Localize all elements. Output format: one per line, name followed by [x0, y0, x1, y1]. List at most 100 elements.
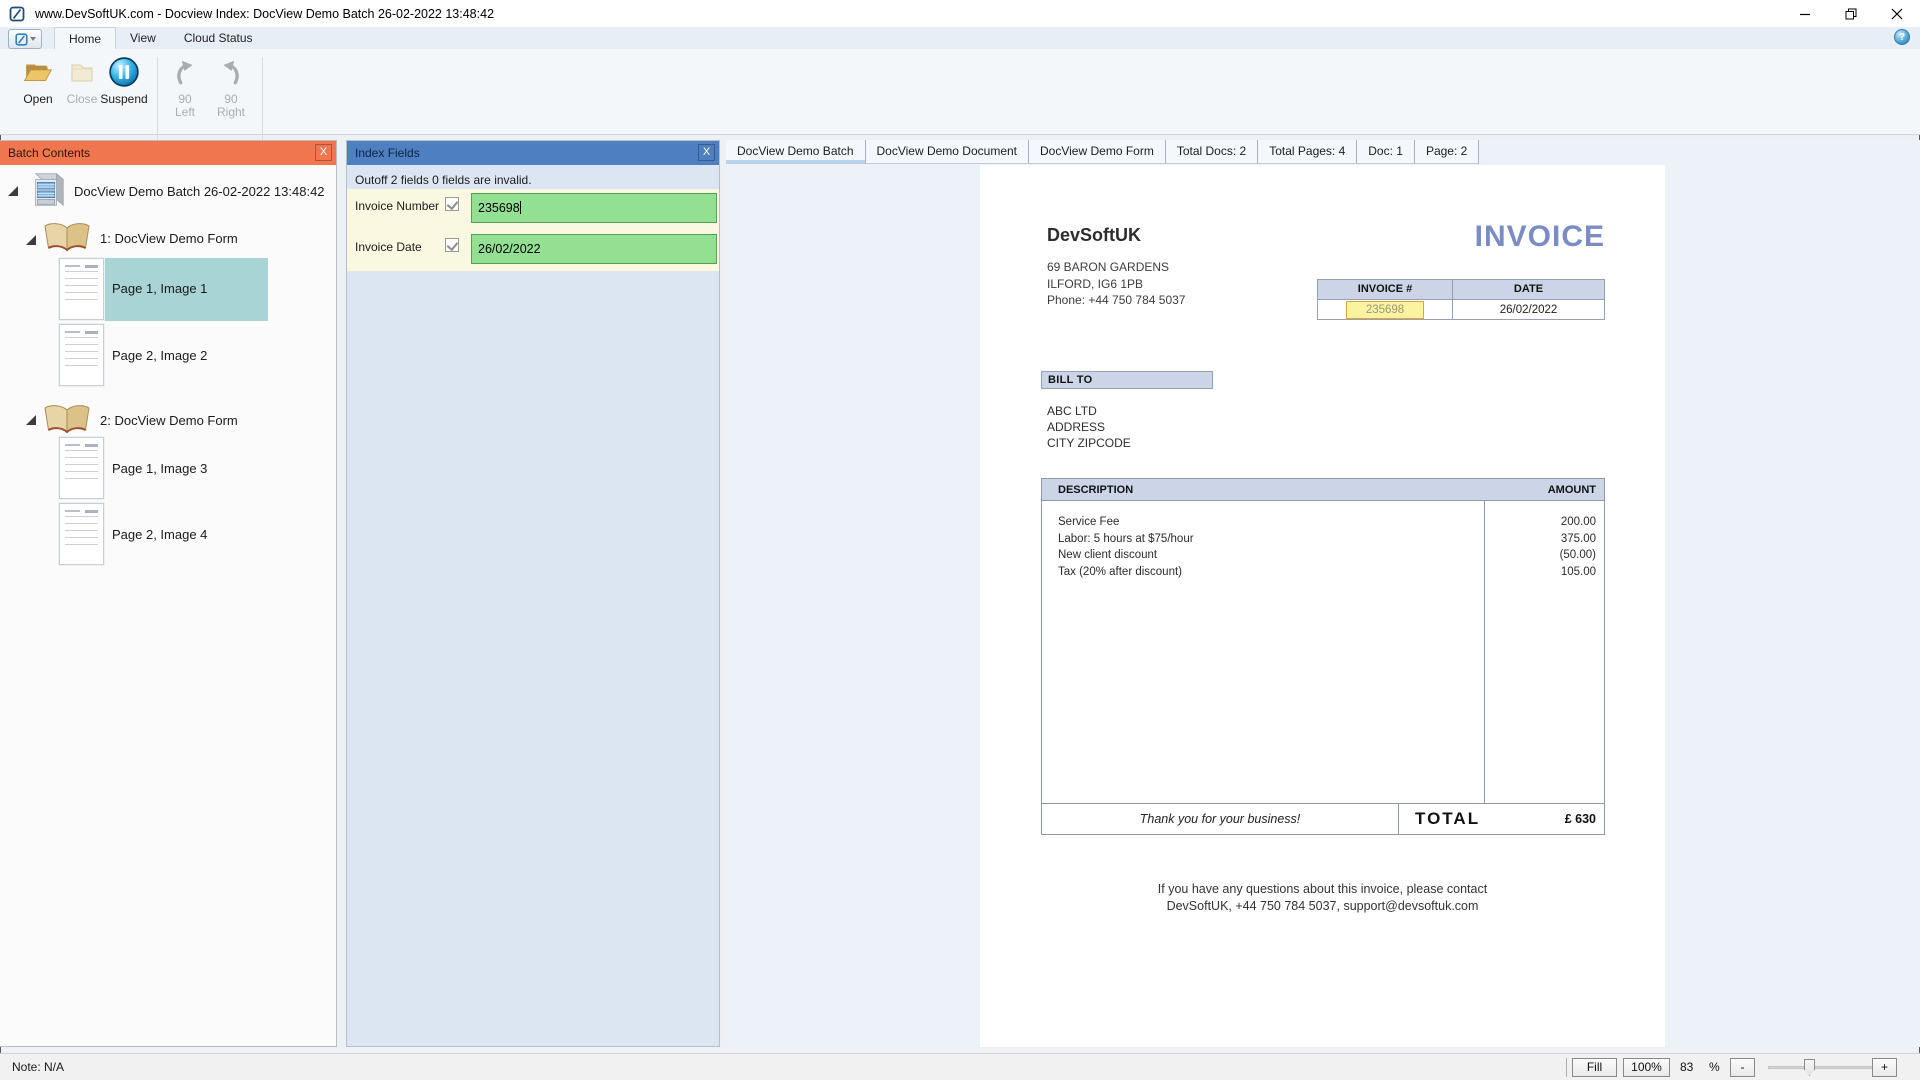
rotate-right-label: 90 Right — [214, 93, 248, 119]
note-text: Note: N/A — [12, 1060, 64, 1074]
suspend-button-label: Suspend — [98, 93, 150, 106]
tab-home[interactable]: Home — [54, 27, 116, 49]
tree-document-2[interactable]: 2: DocView Demo Form — [100, 413, 238, 428]
viewer-stat-total-docs: Total Docs: 2 — [1166, 140, 1258, 164]
bill-to-header: BILL TO — [1041, 371, 1213, 389]
zoom-slider-thumb[interactable] — [1804, 1059, 1815, 1076]
zoom-in-button[interactable]: + — [1872, 1058, 1897, 1077]
fill-button[interactable]: Fill — [1572, 1058, 1617, 1077]
batch-contents-panel: Batch Contents X DocView Demo Batch 26-0… — [0, 140, 337, 1047]
thanks-message: Thank you for your business! — [1042, 804, 1399, 834]
zoom-100-button[interactable]: 100% — [1623, 1058, 1670, 1077]
tree-expander-icon[interactable] — [26, 415, 36, 425]
minimize-button[interactable] — [1782, 0, 1828, 27]
status-bar: Note: N/A Fill 100% 83 % - + — [0, 1053, 1920, 1080]
invoice-page: DevSoftUK 69 BARON GARDENS ILFORD, IG6 1… — [980, 165, 1665, 1047]
rotate-left-icon — [162, 55, 208, 89]
tree-expander-icon[interactable] — [8, 186, 18, 196]
invoice-number-checkbox[interactable] — [445, 197, 459, 211]
help-icon[interactable]: ? — [1894, 29, 1910, 45]
invoice-number-highlight: 235698 — [1346, 301, 1424, 319]
invoice-number-input[interactable]: 235698 — [471, 193, 717, 223]
window-controls — [1782, 0, 1920, 27]
footer-line: If you have any questions about this inv… — [980, 881, 1665, 898]
rotate-left-label: 90 Left — [170, 93, 200, 119]
viewer-tab-form[interactable]: DocView Demo Form — [1029, 140, 1166, 164]
invoice-address: 69 BARON GARDENS ILFORD, IG6 1PB Phone: … — [1047, 259, 1185, 309]
invoice-number-label: Invoice Number — [355, 199, 439, 213]
suspend-batch-button[interactable]: Suspend — [98, 55, 150, 106]
index-fields-summary: Outoff 2 fields 0 fields are invalid. — [355, 173, 532, 187]
invoice-doc-title: INVOICE — [1475, 220, 1605, 254]
chevron-down-icon — [30, 37, 36, 41]
batch-panel-close-button[interactable]: X — [315, 144, 332, 161]
tree-page-2-2[interactable]: Page 2, Image 4 — [112, 527, 207, 542]
app-menu-button[interactable] — [8, 29, 42, 49]
invoice-number-value: 235698 — [478, 201, 520, 215]
tree-document-1[interactable]: 1: DocView Demo Form — [100, 231, 238, 246]
item-description: Service Fee — [1058, 514, 1484, 531]
index-fields-panel: Index Fields X Outoff 2 fields 0 fields … — [346, 140, 720, 1047]
invoice-company: DevSoftUK — [1047, 225, 1141, 246]
footer-line: DevSoftUK, +44 750 784 5037, support@dev… — [980, 898, 1665, 915]
address-line: ILFORD, IG6 1PB — [1047, 276, 1185, 293]
tree-page-1-2[interactable]: Page 2, Image 2 — [112, 348, 207, 363]
viewer-tab-batch[interactable]: DocView Demo Batch — [726, 140, 866, 164]
page-thumbnail[interactable] — [59, 437, 104, 499]
batch-cabinet-icon — [26, 169, 68, 211]
batch-tree: DocView Demo Batch 26-02-2022 13:48:42 1… — [0, 165, 336, 1046]
index-panel-header: Index Fields X — [347, 141, 719, 165]
invoice-date-input[interactable]: 26/02/2022 — [471, 234, 717, 264]
document-viewer: DocView Demo Batch DocView Demo Document… — [726, 140, 1920, 1047]
page-thumbnail[interactable] — [59, 324, 104, 386]
pause-circle-icon — [98, 55, 150, 89]
tab-cloud-status[interactable]: Cloud Status — [170, 27, 267, 49]
zoom-slider[interactable] — [1768, 1058, 1880, 1077]
invoice-meta-table: INVOICE # DATE 235698 26/02/2022 — [1317, 279, 1605, 320]
zoom-out-button[interactable]: - — [1730, 1058, 1755, 1077]
item-amount: 200.00 — [1485, 514, 1596, 531]
document-book-icon — [42, 221, 92, 255]
viewer-stat-doc: Doc: 1 — [1357, 140, 1415, 164]
item-descriptions: Service Fee Labor: 5 hours at $75/hour N… — [1042, 501, 1485, 803]
address-line: 69 BARON GARDENS — [1047, 259, 1185, 276]
page-thumbnail[interactable] — [59, 503, 104, 565]
item-amount: 375.00 — [1485, 531, 1596, 548]
page-thumbnail[interactable] — [59, 258, 104, 320]
address-line: Phone: +44 750 784 5037 — [1047, 292, 1185, 309]
invoice-items-table: DESCRIPTION AMOUNT Service Fee Labor: 5 … — [1041, 478, 1605, 835]
rotate-right-button: 90 Right — [206, 55, 256, 119]
tree-page-1-1[interactable]: Page 1, Image 1 — [112, 281, 207, 296]
ribbon: Open Close Suspend — [0, 49, 1920, 135]
app-logo-icon — [9, 6, 25, 22]
invoice-date-checkbox[interactable] — [445, 238, 459, 252]
viewer-tab-document[interactable]: DocView Demo Document — [866, 140, 1030, 164]
item-amount: 105.00 — [1485, 564, 1596, 581]
tree-expander-icon[interactable] — [26, 235, 36, 245]
batch-panel-title: Batch Contents — [8, 146, 90, 160]
viewer-stat-page: Page: 2 — [1415, 140, 1479, 164]
invoice-date-header: DATE — [1453, 280, 1604, 299]
description-header: DESCRIPTION — [1042, 479, 1485, 500]
statusbar-separator — [1566, 1058, 1567, 1077]
rotate-right-icon — [206, 55, 256, 89]
tree-page-2-1[interactable]: Page 1, Image 3 — [112, 461, 207, 476]
restore-button[interactable] — [1828, 0, 1874, 27]
index-panel-close-button[interactable]: X — [698, 144, 715, 161]
bill-to-lines: ABC LTD ADDRESS CITY ZIPCODE — [1047, 403, 1131, 451]
item-description: New client discount — [1058, 547, 1484, 564]
titlebar: www.DevSoftUK.com - Docview Index: DocVi… — [0, 0, 1920, 27]
index-panel-title: Index Fields — [355, 146, 420, 160]
text-caret — [520, 201, 521, 214]
bill-to-line: ADDRESS — [1047, 419, 1131, 435]
item-amount: (50.00) — [1485, 547, 1596, 564]
close-button[interactable] — [1874, 0, 1920, 27]
tab-view[interactable]: View — [116, 27, 170, 49]
batch-panel-header: Batch Contents X — [0, 141, 336, 165]
tree-root-batch[interactable]: DocView Demo Batch 26-02-2022 13:48:42 — [74, 184, 325, 199]
bill-to-line: ABC LTD — [1047, 403, 1131, 419]
window-title: www.DevSoftUK.com - Docview Index: DocVi… — [35, 7, 494, 21]
viewer-stat-total-pages: Total Pages: 4 — [1258, 140, 1357, 164]
invoice-number-header: INVOICE # — [1318, 280, 1453, 299]
total-label: TOTAL — [1399, 809, 1480, 829]
